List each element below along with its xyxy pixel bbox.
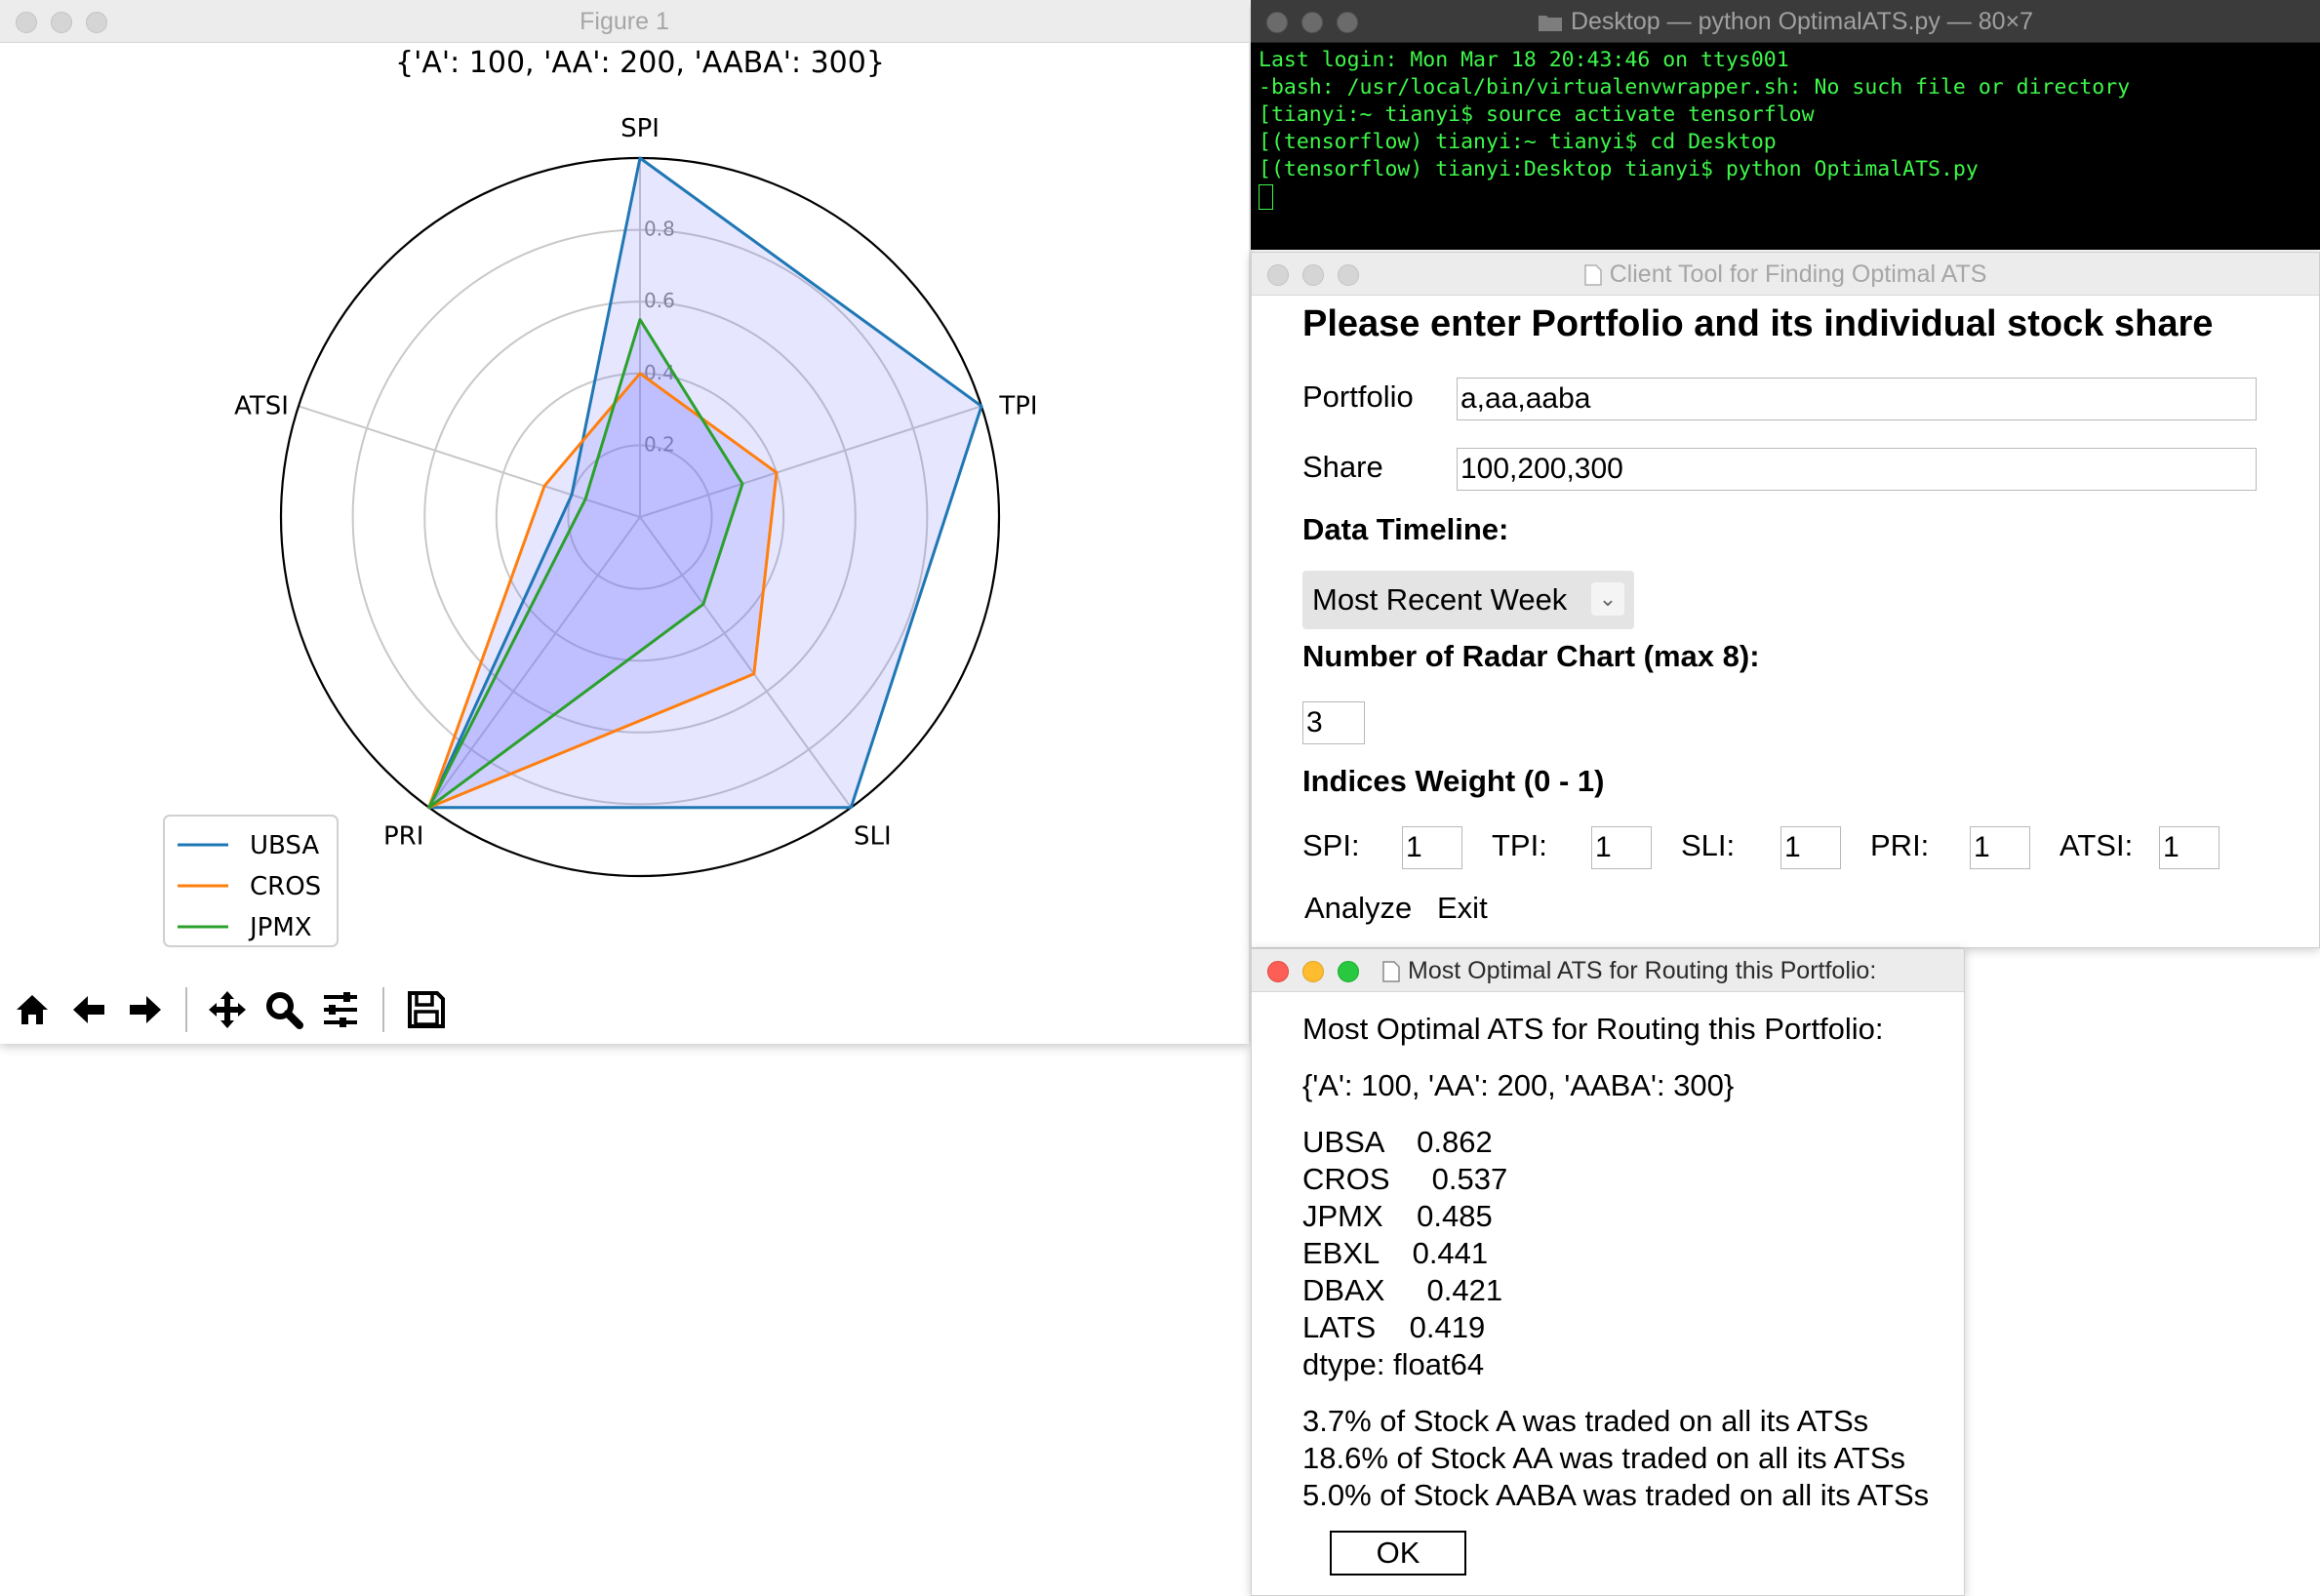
save-icon[interactable] — [404, 987, 449, 1032]
client-heading: Please enter Portfolio and its individua… — [1302, 303, 2214, 344]
zoom-button[interactable] — [1338, 961, 1359, 982]
terminal-line: -bash: /usr/local/bin/virtualenvwrapper.… — [1259, 75, 2131, 100]
terminal-title: Desktop — python OptimalATS.py — 80×7 — [1251, 0, 2320, 43]
pri-weight-input[interactable]: 1 — [1970, 826, 2030, 869]
back-arrow-icon[interactable] — [66, 987, 111, 1032]
score-row: JPMX 0.485 — [1302, 1199, 1493, 1233]
result-title-text: Most Optimal ATS for Routing this Portfo… — [1408, 957, 1877, 984]
sli-weight-label: SLI: — [1681, 828, 1736, 862]
chevron-down-icon: ⌄ — [1591, 582, 1624, 616]
client-titlebar: Client Tool for Finding Optimal ATS — [1252, 253, 2319, 296]
zoom-icon[interactable] — [261, 987, 306, 1032]
figure-titlebar: Figure 1 — [0, 0, 1249, 43]
legend-entry: CROS — [250, 872, 321, 901]
terminal-window: Desktop — python OptimalATS.py — 80×7 La… — [1251, 0, 2320, 250]
traded-line: 5.0% of Stock AABA was traded on all its… — [1302, 1478, 1930, 1512]
share-label: Share — [1302, 450, 1383, 484]
tpi-weight-input[interactable]: 1 — [1591, 826, 1652, 869]
terminal-titlebar: Desktop — python OptimalATS.py — 80×7 — [1251, 0, 2320, 43]
traded-line: 18.6% of Stock AA was traded on all its … — [1302, 1441, 1906, 1475]
client-tool-window: Client Tool for Finding Optimal ATS Plea… — [1251, 252, 2320, 948]
configure-subplots-icon[interactable] — [318, 987, 363, 1032]
terminal-output[interactable]: Last login: Mon Mar 18 20:43:46 on ttys0… — [1259, 47, 2130, 211]
score-row: UBSA 0.862 — [1302, 1125, 1493, 1159]
sli-weight-input[interactable]: 1 — [1780, 826, 1841, 869]
axis-label: TPI — [998, 391, 1037, 420]
axis-label: PRI — [383, 822, 423, 852]
exit-button[interactable]: Exit — [1435, 891, 1490, 926]
score-row: LATS 0.419 — [1302, 1310, 1486, 1344]
forward-arrow-icon[interactable] — [123, 987, 168, 1032]
close-button[interactable] — [1267, 961, 1289, 982]
axis-label: ATSI — [234, 391, 289, 420]
score-row: CROS 0.537 — [1302, 1162, 1508, 1196]
folder-icon — [1538, 16, 1562, 32]
figure-window-title: Figure 1 — [580, 8, 669, 35]
tpi-weight-label: TPI: — [1492, 828, 1547, 862]
toolbar-separator — [185, 987, 187, 1032]
atsi-weight-input[interactable]: 1 — [2159, 826, 2220, 869]
document-icon — [1583, 264, 1602, 287]
pan-icon[interactable] — [205, 987, 250, 1032]
minimize-button[interactable] — [1302, 961, 1324, 982]
home-icon[interactable] — [10, 987, 55, 1032]
result-portfolio: {'A': 100, 'AA': 200, 'AABA': 300} — [1302, 1068, 1735, 1102]
traded-line: 3.7% of Stock A was traded on all its AT… — [1302, 1404, 1869, 1438]
axis-label: SLI — [854, 822, 892, 852]
figure-window: Figure 1 {'A': 100, 'AA': 200, 'AABA': 3… — [0, 0, 1249, 1044]
terminal-line: [(tensorflow) tianyi:~ tianyi$ cd Deskto… — [1259, 130, 1777, 154]
terminal-title-text: Desktop — python OptimalATS.py — 80×7 — [1570, 8, 2034, 35]
pri-weight-label: PRI: — [1870, 828, 1930, 862]
radar-count-label: Number of Radar Chart (max 8): — [1302, 639, 1760, 673]
timeline-select[interactable]: Most Recent Week ⌄ — [1302, 571, 1634, 629]
chart-title: {'A': 100, 'AA': 200, 'AABA': 300} — [395, 46, 885, 80]
ok-button[interactable]: OK — [1330, 1531, 1466, 1576]
terminal-line: [tianyi:~ tianyi$ source activate tensor… — [1259, 102, 1815, 127]
window-controls — [1267, 961, 1359, 982]
result-dialog: Most Optimal ATS for Routing this Portfo… — [1251, 948, 1965, 1596]
dtype-line: dtype: float64 — [1302, 1347, 1485, 1381]
weights-label: Indices Weight (0 - 1) — [1302, 764, 1605, 798]
terminal-line: Last login: Mon Mar 18 20:43:46 on ttys0… — [1259, 48, 1789, 72]
spi-weight-label: SPI: — [1302, 828, 1360, 862]
document-icon — [1382, 961, 1400, 983]
legend-entry: JPMX — [248, 913, 312, 942]
axis-label: SPI — [620, 114, 660, 143]
radar-series — [427, 156, 983, 810]
matplotlib-toolbar — [0, 976, 1249, 1044]
timeline-select-value: Most Recent Week — [1312, 582, 1568, 617]
client-title-text: Client Tool for Finding Optimal ATS — [1609, 260, 1987, 288]
spi-weight-input[interactable]: 1 — [1402, 826, 1462, 869]
result-titlebar: Most Optimal ATS for Routing this Portfo… — [1252, 949, 1964, 992]
score-row: EBXL 0.441 — [1302, 1236, 1489, 1270]
share-input[interactable]: 100,200,300 — [1457, 448, 2257, 491]
terminal-line: [(tensorflow) tianyi:Desktop tianyi$ pyt… — [1259, 157, 1979, 181]
terminal-cursor — [1259, 184, 1273, 210]
result-title: Most Optimal ATS for Routing this Portfo… — [1382, 949, 1964, 992]
legend-entry: UBSA — [250, 831, 319, 860]
chart-legend: UBSA CROS JPMX — [163, 815, 339, 947]
analyze-button[interactable]: Analyze — [1302, 891, 1415, 926]
atsi-weight-label: ATSI: — [2060, 828, 2134, 862]
score-row: DBAX 0.421 — [1302, 1273, 1503, 1307]
toolbar-separator — [382, 987, 384, 1032]
radar-chart: {'A': 100, 'AA': 200, 'AABA': 300} 0.20.… — [163, 46, 1038, 947]
portfolio-label: Portfolio — [1302, 379, 1414, 414]
result-heading: Most Optimal ATS for Routing this Portfo… — [1302, 1012, 1884, 1046]
portfolio-input[interactable]: a,aa,aaba — [1457, 378, 2257, 420]
client-title: Client Tool for Finding Optimal ATS — [1252, 253, 2319, 296]
timeline-label: Data Timeline: — [1302, 512, 1509, 546]
radar-count-input[interactable]: 3 — [1302, 701, 1365, 744]
